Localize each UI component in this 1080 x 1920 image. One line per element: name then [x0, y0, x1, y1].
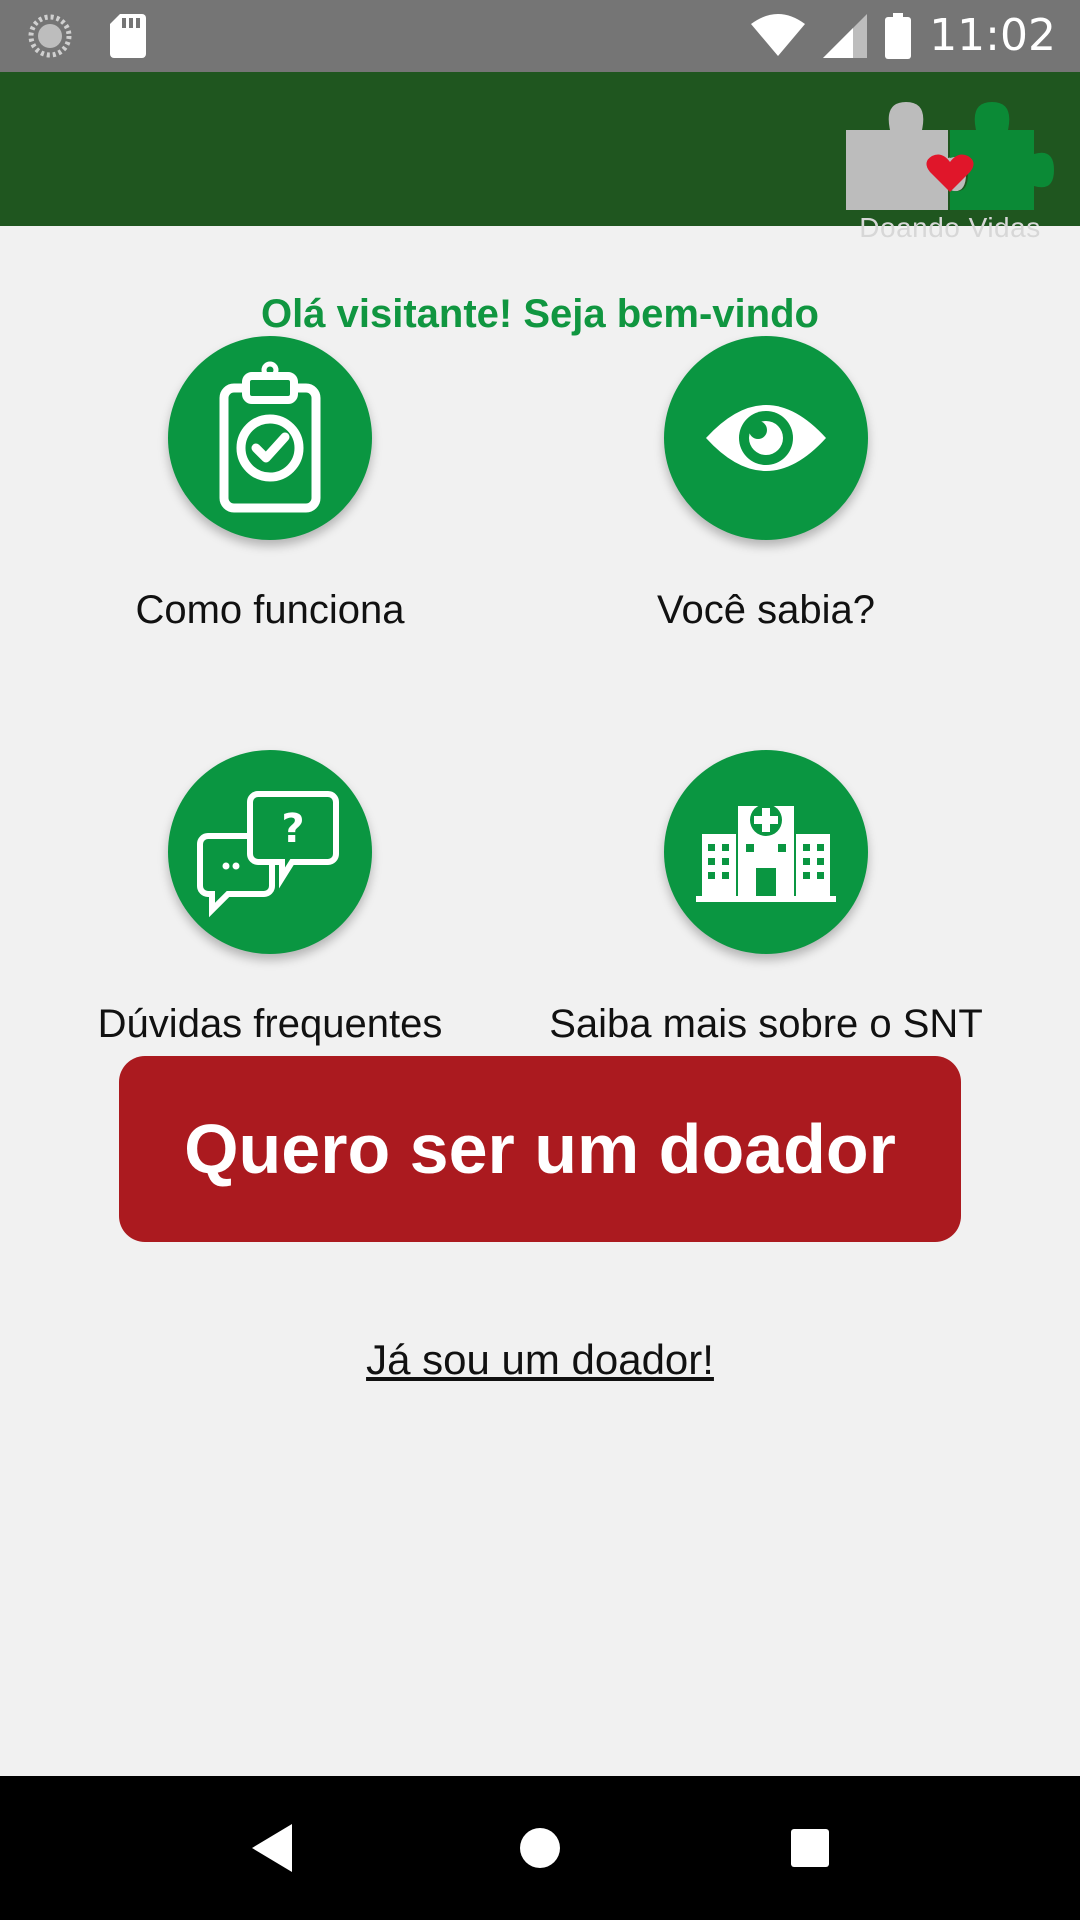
battery-icon: [885, 12, 912, 59]
app-logo: Doando Vidas: [840, 96, 1060, 246]
become-donor-button[interactable]: Quero ser um doador: [119, 1056, 961, 1242]
status-bar: 11:02: [0, 0, 1080, 72]
loading-icon: [28, 14, 72, 58]
welcome-heading: Olá visitante! Seja bem-vindo: [261, 292, 819, 336]
svg-text:?: ?: [281, 806, 304, 852]
home-icon[interactable]: [510, 1818, 570, 1878]
chat-question-icon: ?: [197, 791, 339, 918]
tile-circle[interactable]: ?: [168, 750, 372, 954]
hospital-icon: [696, 804, 836, 902]
tile-label: Saiba mais sobre o SNT: [549, 1002, 983, 1046]
tile-circle[interactable]: [664, 750, 868, 954]
puzzle-heart-icon: [846, 102, 1054, 210]
eye-icon: [706, 405, 826, 471]
clipboard-check-icon: [219, 361, 321, 513]
status-time: 11:02: [929, 10, 1056, 61]
wifi-icon: [751, 13, 806, 56]
logo-text: Doando Vidas: [859, 212, 1041, 243]
tile-label: Como funciona: [135, 588, 405, 632]
tile-label: Você sabia?: [657, 588, 875, 632]
tile-saiba-mais-snt[interactable]: Saiba mais sobre o SNT: [516, 750, 1016, 1047]
tile-circle[interactable]: [168, 336, 372, 540]
signal-icon: [823, 13, 868, 58]
navigation-bar: [0, 1776, 1080, 1920]
tile-duvidas-frequentes[interactable]: ? Dúvidas frequentes: [20, 750, 520, 1047]
tile-voce-sabia[interactable]: Você sabia?: [516, 336, 1016, 633]
tile-label: Dúvidas frequentes: [97, 1002, 443, 1046]
already-donor-link[interactable]: Já sou um doador!: [0, 1336, 1080, 1384]
sd-card-icon: [110, 14, 146, 58]
recents-icon[interactable]: [780, 1818, 840, 1878]
back-icon[interactable]: [240, 1818, 300, 1878]
tile-como-funciona[interactable]: Como funciona: [20, 336, 520, 633]
tile-circle[interactable]: [664, 336, 868, 540]
